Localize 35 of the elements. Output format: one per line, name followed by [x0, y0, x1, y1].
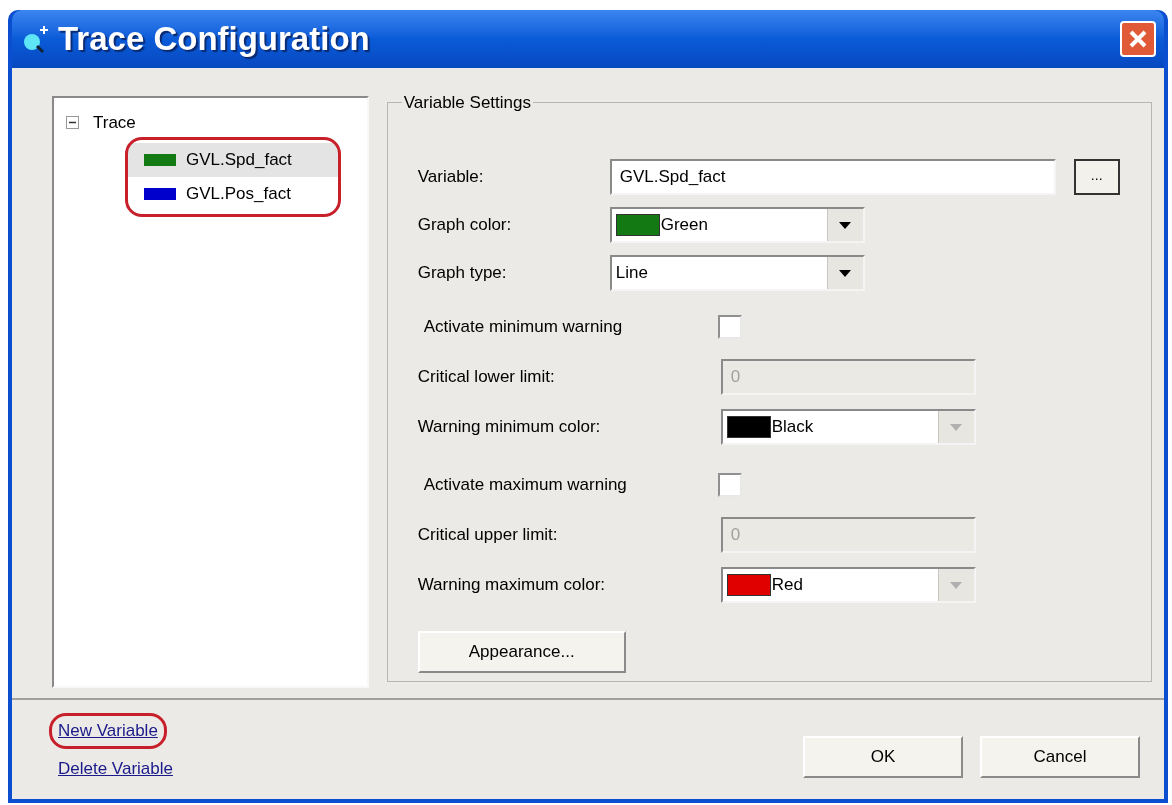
tree-item[interactable]: GVL.Pos_fact	[128, 176, 338, 211]
dropdown-field[interactable]: Line	[609, 255, 865, 291]
text-link[interactable]: Delete Variable	[52, 753, 179, 783]
checkbox[interactable]	[717, 473, 742, 497]
field-label: Graph type:	[417, 262, 508, 285]
tree-item-label: GVL.Spd_fact	[186, 148, 292, 171]
checkbox[interactable]	[717, 315, 742, 339]
dialog-button[interactable]: Cancel	[980, 736, 1140, 778]
tree-item-label: GVL.Pos_fact	[186, 182, 291, 205]
dropdown-arrow-button[interactable]	[826, 257, 863, 289]
checkbox-label: Activate maximum warning	[422, 474, 628, 497]
field-label: Variable:	[417, 166, 485, 189]
caret-icon	[839, 221, 852, 229]
browse-button[interactable]: ...	[1073, 159, 1120, 195]
field-label: Warning minimum color:	[417, 416, 602, 439]
text-link[interactable]: New Variable	[52, 716, 164, 746]
caret-icon	[950, 581, 963, 589]
dialog-button[interactable]: OK	[803, 736, 963, 778]
close-icon	[1128, 29, 1148, 49]
field-label: Critical lower limit:	[417, 366, 556, 389]
field-label: Graph color:	[417, 214, 513, 237]
field-label: Warning maximum color:	[417, 574, 607, 597]
tree-item[interactable]: GVL.Spd_fact	[128, 142, 338, 177]
appearance-button[interactable]: Appearance...	[417, 631, 626, 673]
dropdown-arrow-button[interactable]	[826, 209, 863, 241]
caret-icon	[950, 423, 963, 431]
window-title: Trace Configuration	[58, 19, 370, 60]
checkbox-label: Activate minimum warning	[422, 316, 624, 339]
dropdown-field[interactable]: Green	[609, 207, 865, 243]
collapse-toggle[interactable]	[66, 116, 79, 130]
caret-icon	[839, 269, 852, 277]
tree-item[interactable]: Trace	[93, 110, 136, 136]
text-field[interactable]: GVL.Spd_fact	[609, 159, 1056, 195]
close-button[interactable]	[1120, 21, 1156, 57]
field-label: Critical upper limit:	[417, 524, 559, 547]
